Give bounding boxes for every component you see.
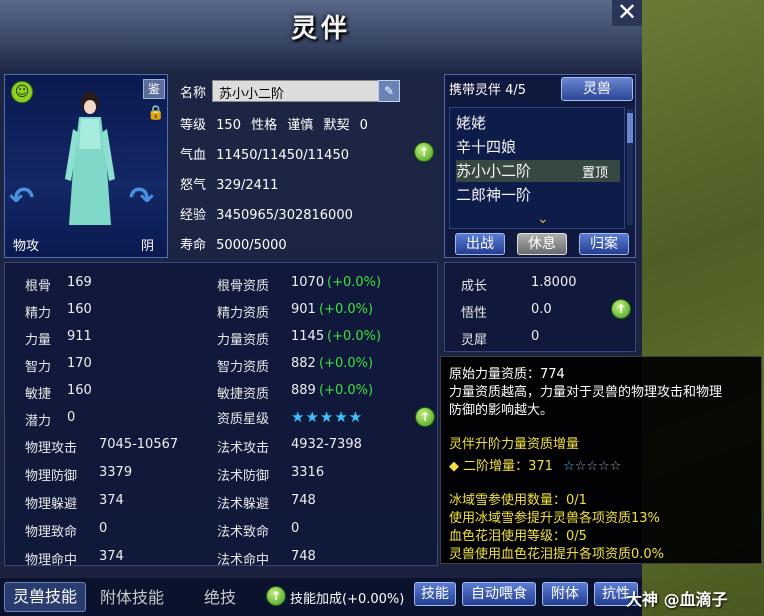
aptitude-row[interactable]: 敏捷资质 889 (+0.0%)	[217, 383, 373, 402]
tab-ultimate[interactable]: 绝技	[204, 584, 236, 608]
tooltip-text: 力量资质越高，力量对于灵兽的物理攻击和物理	[449, 385, 723, 400]
level-row: 等级 150 性格 谨慎 默契 0	[180, 114, 368, 133]
hp-row: 气血 11450/11450/11450	[180, 144, 349, 163]
hp-value: 11450/11450/11450	[216, 148, 349, 163]
list-item[interactable]: 辛十四娘	[456, 136, 620, 158]
level-value: 150	[216, 118, 241, 133]
lock-icon[interactable]: 🔒	[147, 105, 164, 121]
stat-row: 力量 911	[25, 329, 92, 348]
stat-row: 智力 170	[25, 356, 92, 375]
stat-row: 法术致命 0	[217, 521, 300, 540]
name-field[interactable]: 苏小小二阶	[212, 80, 388, 102]
list-item[interactable]: 二郎神一阶	[456, 184, 620, 206]
exp-row: 经验 3450965/302816000	[180, 204, 353, 223]
return-button[interactable]: 归案	[579, 233, 629, 255]
tooltip-text: 血色花泪使用等级：0/5	[449, 529, 587, 544]
tooltip-text: 冰域雪参使用数量：0/1	[449, 493, 587, 508]
rotate-left-icon[interactable]: ↶	[9, 181, 34, 216]
aptitude-tooltip: 原始力量资质：774 力量资质越高，力量对于灵兽的物理攻击和物理 防御的影响越大…	[440, 356, 762, 564]
tooltip-text: 使用冰域雪参提升灵兽各项资质13%	[449, 511, 660, 526]
life-row: 寿命 5000/5000	[180, 234, 287, 253]
pet-portrait-panel: ☺ 鉴 🔒 ↶ ↷ 物攻 阴	[4, 74, 168, 258]
rage-label: 怒气	[180, 178, 207, 193]
tacit-value: 0	[359, 118, 368, 133]
stat-row: 悟性 0.0	[461, 302, 552, 321]
watermark: 大神 @血滴子	[626, 590, 728, 609]
aptitude-star-row: 资质星级 ★★★★★	[217, 408, 364, 427]
rename-brush-icon[interactable]: ✎	[378, 80, 400, 102]
stat-row: 法术攻击 4932-7398	[217, 437, 362, 456]
close-icon[interactable]: ✕	[612, 0, 642, 26]
list-item[interactable]: 姥姥	[456, 112, 620, 134]
possess-button[interactable]: 附体	[542, 582, 588, 606]
stat-row: 法术防御 3316	[217, 465, 325, 484]
companion-info-panel: 名称 苏小小二阶 ✎ 等级 150 性格 谨慎 默契 0 气血 11450/11…	[172, 74, 438, 258]
aptitude-row[interactable]: 根骨资质 1070 (+0.0%)	[217, 275, 381, 294]
scrollbar-thumb[interactable]	[627, 113, 633, 143]
tacit-label: 默契	[323, 118, 350, 133]
stat-row: 法术躲避 748	[217, 493, 316, 512]
attribute-stats-panel: 根骨 169 精力 160 力量 911 智力 170 敏捷 160 潜力 0 物理攻击 70…	[4, 262, 438, 568]
list-item-selected[interactable]: 苏小小二阶 置顶	[456, 160, 620, 182]
rest-button[interactable]: 休息	[517, 233, 567, 255]
life-value: 5000/5000	[216, 238, 287, 253]
aptitude-row[interactable]: 精力资质 901 (+0.0%)	[217, 302, 373, 321]
stat-row: 法术命中 748	[217, 549, 316, 568]
window-title: 灵伴	[290, 14, 351, 44]
list-scrollbar[interactable]	[627, 109, 633, 225]
stat-row: 精力 160	[25, 302, 92, 321]
identify-button[interactable]: 鉴	[143, 79, 165, 99]
mood-smiley-icon: ☺	[11, 81, 33, 103]
hp-upgrade-icon[interactable]: ↑	[414, 142, 434, 162]
carried-companions-header: 携带灵伴 4/5	[449, 83, 527, 98]
stat-row: 成长 1.8000	[461, 275, 577, 294]
tooltip-heading: 灵伴升阶力量资质增量	[449, 437, 580, 452]
companion-figure	[65, 92, 115, 225]
attack-type: 物攻	[13, 239, 40, 254]
tab-possession-skills[interactable]: 附体技能	[100, 584, 164, 608]
aptitude-row[interactable]: 力量资质 1145 (+0.0%)	[217, 329, 381, 348]
growth-panel: 成长 1.8000 悟性 0.0 ↑ 灵犀 0	[444, 262, 636, 352]
stat-row: 物理防御 3379	[25, 465, 133, 484]
rage-row: 怒气 329/2411	[180, 174, 278, 193]
aptitude-upgrade-icon[interactable]: ↑	[415, 407, 435, 427]
tooltip-text: 原始力量资质：774	[449, 367, 565, 382]
skill-bonus-icon[interactable]: ↑	[266, 586, 286, 606]
skill-button[interactable]: 技能	[414, 582, 456, 606]
pin-to-top-button[interactable]: 置顶	[582, 162, 608, 181]
stat-row: 物理躲避 374	[25, 493, 124, 512]
aptitude-row[interactable]: 智力资质 882 (+0.0%)	[217, 356, 373, 375]
rotate-right-icon[interactable]: ↷	[129, 181, 154, 216]
personality-value: 谨慎	[287, 118, 314, 133]
tooltip-increment: ◆ 二阶增量：371 ☆☆☆☆☆	[449, 459, 622, 474]
companion-list-panel: 携带灵伴 4/5 灵兽 姥姥 辛十四娘 苏小小二阶 置顶 二郎神一阶 ⌄ 出战 …	[444, 74, 636, 258]
stat-row: 物理命中 374	[25, 549, 124, 568]
rage-value: 329/2411	[216, 178, 279, 193]
list-item-label: 苏小小二阶	[456, 162, 532, 180]
stat-row: 敏捷 160	[25, 383, 92, 402]
personality-label: 性格	[251, 118, 278, 133]
stat-row: 灵犀 0	[461, 329, 540, 348]
level-label: 等级	[180, 118, 207, 133]
hp-label: 气血	[180, 148, 207, 163]
stat-row: 根骨 169	[25, 275, 92, 294]
tab-spirit-skills[interactable]: 灵兽技能	[4, 582, 86, 612]
auto-feed-button[interactable]: 自动喂食	[462, 582, 536, 606]
life-label: 寿命	[180, 238, 207, 253]
chevron-down-icon[interactable]: ⌄	[537, 211, 549, 227]
battle-button[interactable]: 出战	[455, 233, 505, 255]
name-label: 名称	[180, 86, 207, 101]
tooltip-text: 防御的影响越大。	[449, 403, 554, 418]
exp-value: 3450965/302816000	[216, 208, 353, 223]
element-type: 阴	[141, 239, 155, 254]
stat-row: 物理攻击 7045-10567	[25, 437, 179, 456]
savvy-upgrade-icon[interactable]: ↑	[611, 299, 631, 319]
skill-bonus-text: 技能加成(+0.00%)	[290, 592, 405, 607]
spirit-beast-button[interactable]: 灵兽	[561, 77, 633, 101]
tooltip-text: 灵兽使用血色花泪提升各项资质0.0%	[449, 547, 665, 562]
stat-row: 物理致命 0	[25, 521, 108, 540]
stat-row: 潜力 0	[25, 410, 76, 429]
exp-label: 经验	[180, 208, 207, 223]
